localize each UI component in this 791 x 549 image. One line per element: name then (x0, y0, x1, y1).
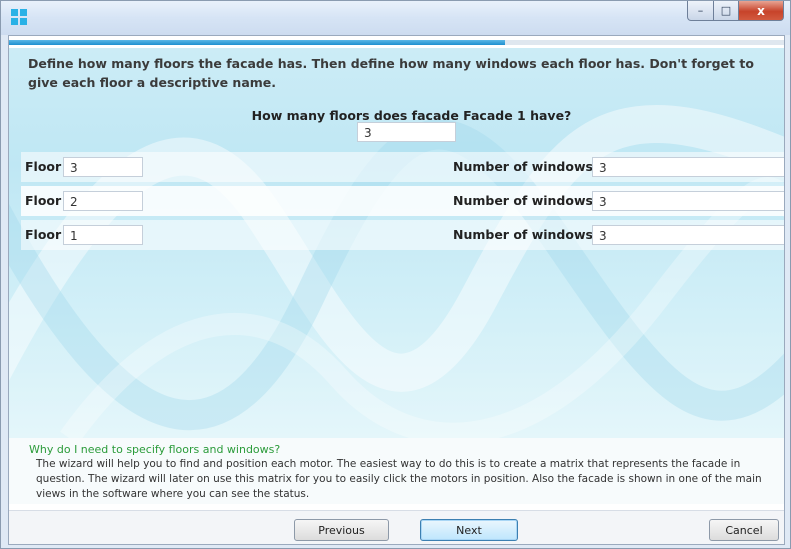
button-bar: Previous Next Cancel (9, 510, 784, 544)
windows-label: Number of windows (453, 227, 593, 242)
floor-label: Floor (25, 193, 62, 208)
next-button[interactable]: Next (420, 519, 518, 541)
close-button[interactable]: x (739, 1, 784, 21)
windows-label: Number of windows (453, 159, 593, 174)
windows-count-input[interactable] (592, 191, 784, 211)
floor-label: Floor (25, 159, 62, 174)
window-controls: – □ x (687, 1, 784, 21)
maximize-button[interactable]: □ (714, 1, 739, 21)
windows-count-input[interactable] (592, 157, 784, 177)
wizard-window: – □ x Define how many floors the facade … (0, 0, 791, 549)
wizard-progress-bar (9, 40, 784, 45)
floor-name-input[interactable] (63, 191, 143, 211)
floors-question-label: How many floors does facade Facade 1 hav… (251, 108, 572, 123)
wizard-progress-fill (9, 40, 505, 45)
floor-row: Floor Number of windows (21, 186, 784, 216)
help-title: Why do I need to specify floors and wind… (29, 443, 281, 456)
windows-label: Number of windows (453, 193, 593, 208)
help-body: The wizard will help you to find and pos… (36, 458, 762, 500)
floor-label: Floor (25, 227, 62, 242)
help-panel: Why do I need to specify floors and wind… (9, 438, 784, 504)
app-icon (11, 9, 27, 25)
title-bar[interactable]: – □ x (1, 1, 790, 35)
minimize-button[interactable]: – (687, 1, 714, 21)
windows-count-input[interactable] (592, 225, 784, 245)
floor-row: Floor Number of windows (21, 152, 784, 182)
floor-name-input[interactable] (63, 225, 143, 245)
cancel-button[interactable]: Cancel (709, 519, 779, 541)
wizard-content: Define how many floors the facade has. T… (8, 35, 785, 545)
floor-name-input[interactable] (63, 157, 143, 177)
floors-count-input[interactable] (357, 122, 456, 142)
previous-button[interactable]: Previous (294, 519, 389, 541)
instructions-text: Define how many floors the facade has. T… (28, 56, 754, 90)
floor-row: Floor Number of windows (21, 220, 784, 250)
